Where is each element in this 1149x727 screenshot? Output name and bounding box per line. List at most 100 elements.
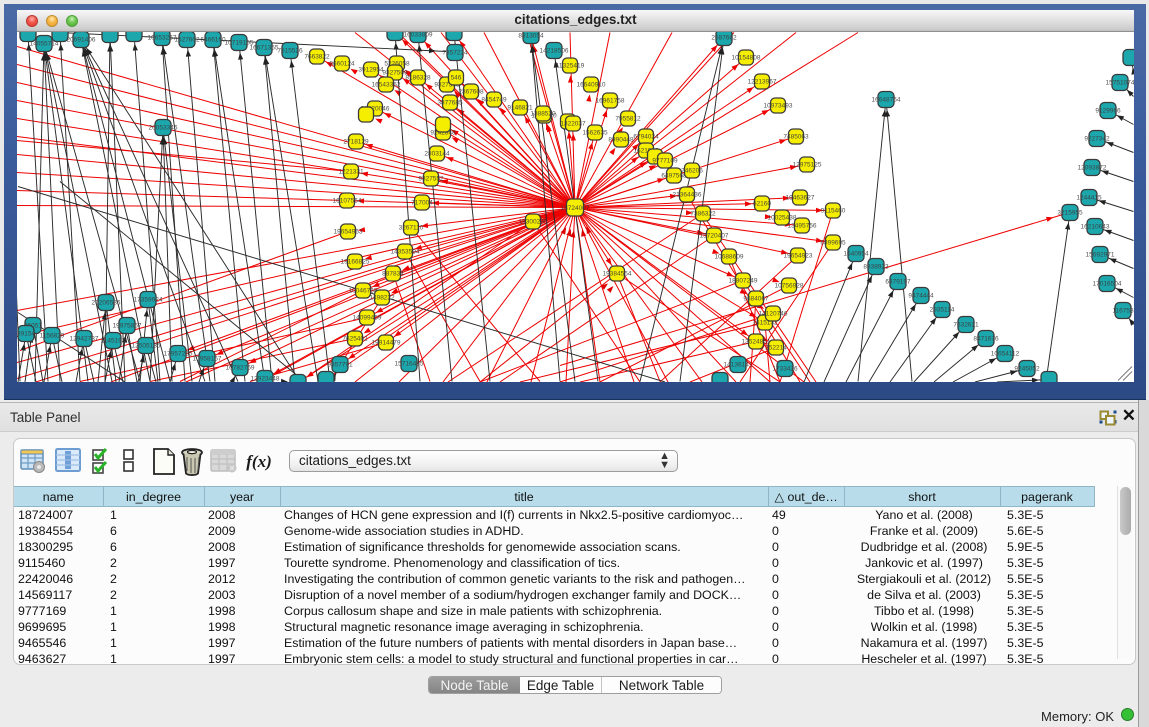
- svg-text:10958167: 10958167: [193, 355, 222, 362]
- svg-text:9129966: 9129966: [1095, 107, 1121, 114]
- svg-text:3912954: 3912954: [358, 66, 384, 73]
- svg-text:16640910: 16640910: [577, 81, 606, 88]
- svg-text:9327509: 9327509: [382, 69, 408, 76]
- svg-text:2367608: 2367608: [458, 88, 484, 95]
- svg-text:15716485: 15716485: [395, 360, 424, 367]
- svg-text:1733426: 1733426: [772, 365, 798, 372]
- svg-text:12975125: 12975125: [793, 161, 822, 168]
- svg-text:746206: 746206: [681, 167, 703, 174]
- svg-text:10653267: 10653267: [148, 34, 177, 41]
- svg-text:18807249: 18807249: [729, 277, 758, 284]
- svg-text:12213967: 12213967: [748, 78, 777, 85]
- svg-text:1498222: 1498222: [369, 294, 395, 301]
- svg-text:717004: 717004: [411, 199, 433, 206]
- svg-text:10154808: 10154808: [732, 54, 761, 61]
- svg-text:18724007: 18724007: [561, 205, 590, 212]
- svg-text:20206536: 20206536: [92, 299, 121, 306]
- svg-text:9115460: 9115460: [821, 207, 846, 214]
- svg-text:10688609: 10688609: [715, 253, 744, 260]
- svg-text:8813054: 8813054: [518, 32, 544, 39]
- svg-text:12505135: 12505135: [132, 342, 161, 349]
- svg-text:1221331: 1221331: [338, 168, 364, 175]
- svg-text:3215955: 3215955: [1057, 209, 1083, 216]
- svg-text:8660124: 8660124: [329, 60, 355, 67]
- svg-text:2687662: 2687662: [711, 34, 737, 41]
- svg-text:20053346: 20053346: [149, 124, 178, 131]
- svg-text:8938923: 8938923: [863, 263, 889, 270]
- svg-text:7663822: 7663822: [304, 53, 330, 60]
- svg-text:10654112: 10654112: [991, 350, 1020, 357]
- svg-text:19914479: 19914479: [372, 339, 401, 346]
- svg-text:12942737: 12942737: [70, 335, 99, 342]
- svg-text:9857791: 9857791: [327, 361, 353, 368]
- svg-text:1322037: 1322037: [560, 120, 586, 127]
- svg-text:8471676: 8471676: [973, 335, 999, 342]
- svg-text:9474444: 9474444: [908, 292, 934, 299]
- svg-text:19975867: 19975867: [113, 322, 142, 329]
- svg-text:6879197: 6879197: [885, 278, 911, 285]
- svg-text:f(x): f(x): [246, 452, 271, 471]
- svg-text:17359924: 17359924: [134, 296, 163, 303]
- svg-text:6466160: 6466160: [200, 36, 226, 43]
- svg-text:2718129: 2718129: [343, 138, 369, 145]
- svg-text:887834: 887834: [382, 270, 404, 277]
- svg-text:14136141: 14136141: [724, 361, 753, 368]
- svg-text:11325419: 11325419: [556, 62, 585, 69]
- svg-text:9327552: 9327552: [418, 175, 444, 182]
- svg-text:7955812: 7955812: [615, 115, 641, 122]
- svg-text:20691406: 20691406: [67, 36, 96, 43]
- svg-text:8186328: 8186328: [405, 74, 431, 81]
- svg-text:12923448: 12923448: [251, 375, 280, 382]
- svg-text:9777109: 9777109: [652, 157, 678, 164]
- svg-text:1244415: 1244415: [1076, 194, 1102, 201]
- svg-text:17016504: 17016504: [1093, 280, 1122, 287]
- svg-text:9227342: 9227342: [1084, 135, 1110, 142]
- svg-text:14353594: 14353594: [391, 248, 420, 255]
- svg-text:116753: 116753: [1112, 307, 1134, 314]
- svg-text:14120746: 14120746: [759, 310, 788, 317]
- svg-text:18300295: 18300295: [519, 218, 548, 225]
- svg-text:9245052: 9245052: [1014, 365, 1040, 372]
- svg-text:10046768: 10046768: [349, 287, 378, 294]
- svg-text:14099459: 14099459: [353, 314, 382, 321]
- svg-text:252214: 252214: [765, 344, 787, 351]
- svg-text:17957255: 17957255: [164, 350, 193, 357]
- svg-text:7485063: 7485063: [783, 133, 809, 140]
- svg-text:2803144: 2803144: [424, 150, 450, 157]
- svg-text:19166825: 19166825: [341, 258, 370, 265]
- svg-text:6794024: 6794024: [633, 133, 659, 140]
- svg-text:8454749: 8454749: [481, 96, 507, 103]
- svg-text:16543362: 16543362: [372, 81, 401, 88]
- svg-text:2935114: 2935114: [930, 306, 955, 313]
- svg-text:7625402: 7625402: [342, 335, 368, 342]
- svg-text:12093872: 12093872: [1078, 164, 1107, 171]
- svg-text:16648764: 16648764: [872, 96, 901, 103]
- svg-text:15751074: 15751074: [1106, 79, 1134, 86]
- svg-text:10973493: 10973493: [764, 102, 793, 109]
- svg-text:19654963: 19654963: [334, 228, 363, 235]
- svg-text:39154: 39154: [17, 330, 35, 337]
- svg-text:1145193: 1145193: [101, 337, 126, 344]
- svg-text:7632621: 7632621: [953, 321, 979, 328]
- svg-text:10025438: 10025438: [768, 214, 797, 221]
- svg-text:9146821: 9146821: [507, 104, 533, 111]
- svg-text:6899695: 6899695: [820, 239, 846, 246]
- svg-text:19384554: 19384554: [603, 270, 632, 277]
- svg-text:10756928: 10756928: [775, 282, 804, 289]
- svg-text:1388520: 1388520: [530, 110, 556, 117]
- svg-text:3267110: 3267110: [399, 224, 424, 231]
- svg-text:19463627: 19463627: [786, 194, 815, 201]
- svg-text:13495756: 13495756: [788, 222, 817, 229]
- svg-text:1156829: 1156829: [40, 332, 65, 339]
- svg-text:21364436: 21364436: [673, 191, 702, 198]
- svg-text:8990448: 8990448: [608, 136, 634, 143]
- svg-text:16033809: 16033809: [404, 32, 433, 39]
- svg-text:7357224: 7357224: [442, 49, 468, 56]
- svg-text:16107554: 16107554: [333, 197, 362, 204]
- svg-text:16671355: 16671355: [250, 44, 279, 51]
- svg-text:15720407: 15720407: [700, 232, 729, 239]
- svg-text:1527602: 1527602: [174, 36, 200, 43]
- svg-text:1562635: 1562635: [582, 129, 608, 136]
- svg-text:62160: 62160: [753, 200, 771, 207]
- svg-text:16210643: 16210643: [1081, 223, 1110, 230]
